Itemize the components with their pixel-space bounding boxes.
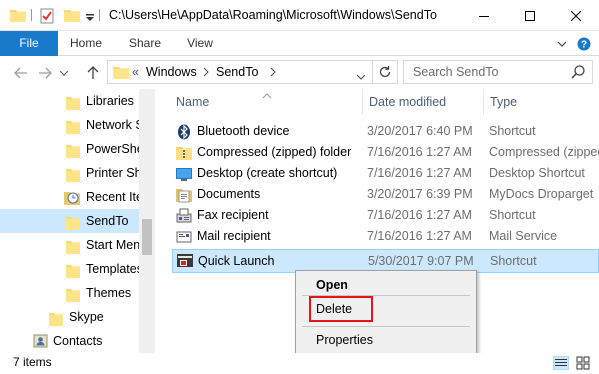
separator-icon xyxy=(31,9,33,24)
forward-icon[interactable] xyxy=(36,64,54,82)
folder-icon xyxy=(113,66,129,82)
ribbon-tabs: File Home Share View ? xyxy=(0,31,599,56)
bluetooth-icon xyxy=(176,124,192,140)
column-divider[interactable] xyxy=(483,89,484,115)
recent-locations-icon[interactable] xyxy=(58,64,70,82)
search-placeholder: Search SendTo xyxy=(413,65,499,79)
nav-item-skype[interactable]: Skype xyxy=(45,305,140,329)
desktop-icon xyxy=(176,166,192,182)
file-row-fax-recipient[interactable]: Fax recipient 7/16/2016 1:27 AM Shortcut xyxy=(172,205,599,226)
address-overflow[interactable]: « xyxy=(132,65,139,79)
nav-item-start-menu[interactable]: Start Men xyxy=(62,233,140,257)
back-icon[interactable] xyxy=(12,64,30,82)
chevron-right-icon[interactable] xyxy=(270,66,276,80)
nav-item-themes[interactable]: Themes xyxy=(62,281,140,305)
file-row-desktop-shortcut[interactable]: Desktop (create shortcut) 7/16/2016 1:27… xyxy=(172,163,599,184)
tab-file[interactable]: File xyxy=(0,31,58,56)
status-bar: 7 items xyxy=(0,353,599,374)
menu-separator xyxy=(302,326,470,327)
navigation-pane: Libraries Network S PowerShe Printer Sh … xyxy=(0,89,155,353)
contacts-icon xyxy=(33,333,49,353)
large-icons-view-icon[interactable] xyxy=(575,356,591,373)
menu-item-properties[interactable]: Properties xyxy=(316,333,373,347)
column-divider[interactable] xyxy=(362,89,363,115)
address-dropdown-icon[interactable] xyxy=(356,69,366,83)
folder-icon xyxy=(10,8,26,25)
tab-view[interactable]: View xyxy=(179,31,221,56)
tab-home[interactable]: Home xyxy=(63,31,109,56)
customize-toolbar-icon[interactable] xyxy=(85,11,95,25)
fax-icon xyxy=(176,208,192,224)
nav-item-templates[interactable]: Templates xyxy=(62,257,143,281)
window-title: C:\Users\He\AppData\Roaming\Microsoft\Wi… xyxy=(109,8,437,22)
minimize-button[interactable] xyxy=(461,0,507,31)
chevron-right-icon[interactable] xyxy=(203,66,209,80)
scrollbar-thumb[interactable] xyxy=(142,219,152,255)
file-row-bluetooth-device[interactable]: Bluetooth device 3/20/2017 6:40 PM Short… xyxy=(172,121,599,142)
column-header-date-modified[interactable]: Date modified xyxy=(369,95,446,109)
nav-item-libraries[interactable]: Libraries xyxy=(62,89,140,113)
item-count: 7 items xyxy=(13,355,52,369)
zip-folder-icon xyxy=(176,145,192,161)
close-button[interactable] xyxy=(553,0,599,31)
file-row-compressed-folder[interactable]: Compressed (zipped) folder 7/16/2016 1:2… xyxy=(172,142,599,163)
nav-item-contacts[interactable]: Contacts xyxy=(29,329,140,353)
address-divider xyxy=(372,61,373,83)
details-view-icon[interactable] xyxy=(552,355,570,373)
maximize-button[interactable] xyxy=(507,0,553,31)
help-icon[interactable]: ? xyxy=(574,31,594,56)
delete-highlight-box xyxy=(309,296,373,322)
nav-item-powershell[interactable]: PowerShe xyxy=(62,137,144,161)
address-bar[interactable]: « Windows SendTo xyxy=(107,60,398,84)
svg-text:?: ? xyxy=(581,39,587,50)
context-menu: Open Delete Properties xyxy=(295,270,477,356)
title-bar: C:\Users\He\AppData\Roaming\Microsoft\Wi… xyxy=(0,0,599,31)
column-header-type[interactable]: Type xyxy=(490,95,517,109)
file-row-mail-recipient[interactable]: Mail recipient 7/16/2016 1:27 AM Mail Se… xyxy=(172,226,599,247)
up-icon[interactable] xyxy=(84,64,102,82)
documents-icon xyxy=(176,187,192,203)
tab-share[interactable]: Share xyxy=(121,31,169,56)
search-icon[interactable] xyxy=(571,65,585,82)
mail-icon xyxy=(176,229,192,245)
nav-item-sendto[interactable]: SendTo xyxy=(0,209,140,233)
properties-icon[interactable] xyxy=(40,8,54,27)
address-segment-windows[interactable]: Windows xyxy=(146,65,197,79)
new-folder-icon[interactable] xyxy=(64,8,80,25)
quick-launch-icon xyxy=(177,253,193,269)
expand-ribbon-icon[interactable] xyxy=(552,31,572,56)
file-row-documents[interactable]: Documents 3/20/2017 6:39 PM MyDocs Dropa… xyxy=(172,184,599,205)
nav-item-network-shortcuts[interactable]: Network S xyxy=(62,113,144,137)
nav-item-recent-items[interactable]: Recent Ite xyxy=(62,185,143,209)
column-header-name[interactable]: Name xyxy=(176,95,209,109)
refresh-icon[interactable] xyxy=(378,65,392,82)
sort-ascending-icon xyxy=(262,88,272,102)
navigation-scrollbar[interactable] xyxy=(139,89,155,353)
nav-item-printer-shortcuts[interactable]: Printer Sh xyxy=(62,161,142,185)
menu-item-open[interactable]: Open xyxy=(316,278,348,292)
separator-icon xyxy=(99,9,101,24)
search-input[interactable]: Search SendTo xyxy=(403,60,593,84)
address-segment-sendto[interactable]: SendTo xyxy=(216,65,258,79)
